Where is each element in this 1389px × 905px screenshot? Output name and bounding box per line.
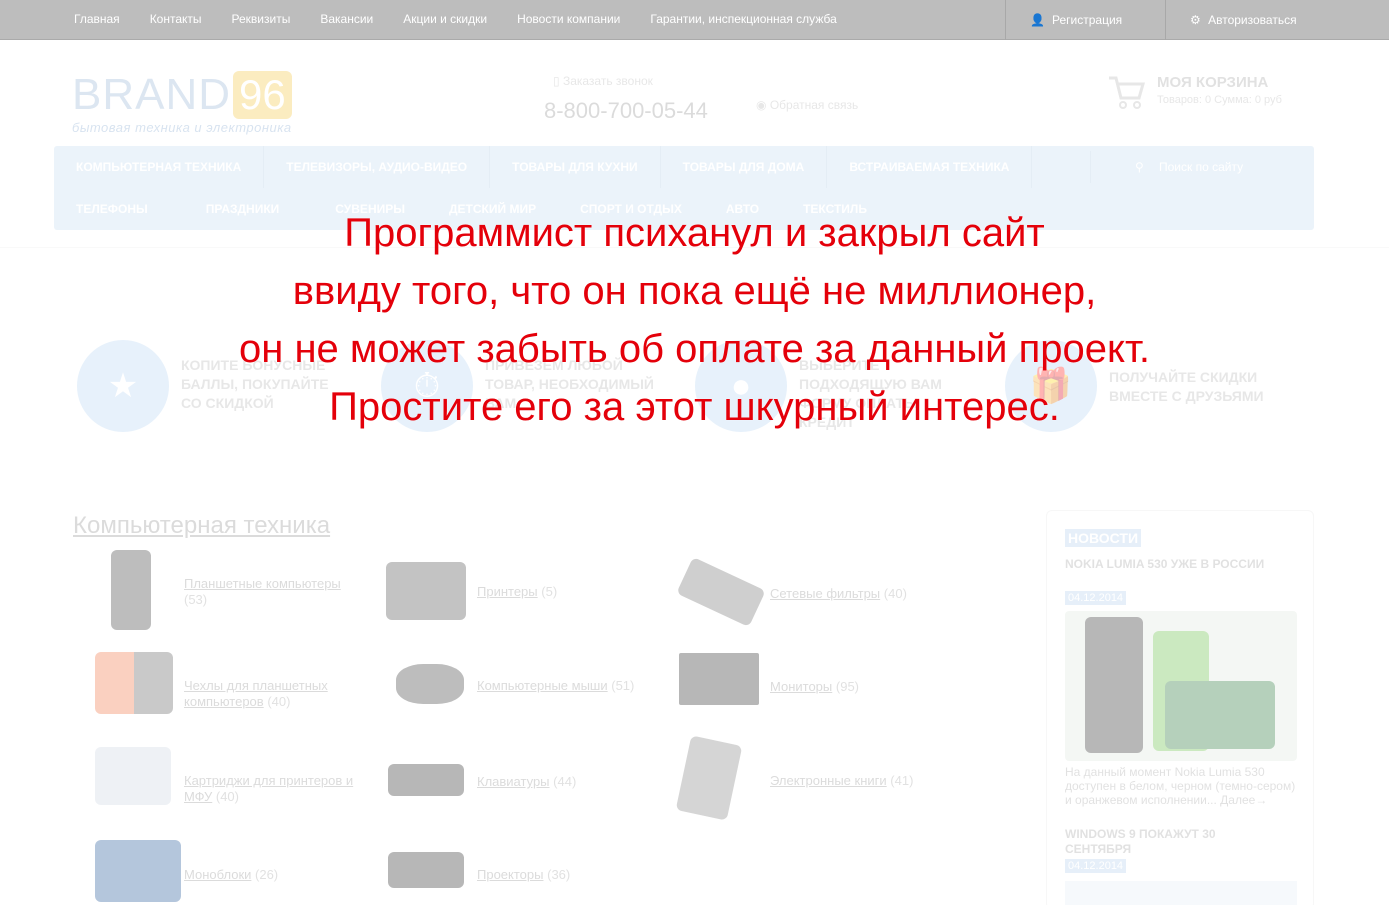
news-title[interactable]: WINDOWS 9 ПОКАЖУТ 30 СЕНТЯБРЯ (1065, 827, 1265, 857)
logo[interactable]: BRAND 96 бытовая техника и электроника (72, 68, 292, 135)
register-link[interactable]: 👤 Регистрация (1005, 0, 1165, 40)
tablet-case-image (95, 652, 173, 714)
phone-icon: ▯ (553, 74, 560, 88)
overlay-line: ввиду того, что он пока ещё не миллионер… (292, 269, 1097, 313)
top-link-news[interactable]: Новости компании (517, 0, 620, 38)
login-link[interactable]: ⚙ Авторизоваться (1165, 0, 1389, 40)
feedback-link[interactable]: ◉ Обратная связь (756, 98, 858, 112)
login-label: Авторизоваться (1208, 13, 1297, 27)
top-links: Главная Контакты Реквизиты Вакансии Акци… (74, 0, 867, 38)
top-link-warranty[interactable]: Гарантии, инспекционная служба (650, 0, 836, 38)
top-link-vacancies[interactable]: Вакансии (320, 0, 373, 38)
news-title[interactable]: NOKIA LUMIA 530 УЖЕ В РОССИИ (1065, 557, 1305, 571)
monitor-image (679, 653, 759, 705)
phone-image (1085, 617, 1143, 753)
phone-number: 8-800-700-05-44 (544, 98, 708, 123)
overlay-line: Простите его за этот шкурный интерес. (329, 385, 1060, 429)
feedback-label: Обратная связь (769, 98, 859, 112)
news-panel: НОВОСТИ NOKIA LUMIA 530 УЖЕ В РОССИИ 04.… (1046, 510, 1314, 905)
mouse-image (396, 664, 464, 704)
logo-number: 96 (233, 71, 292, 119)
cart-summary: Товаров: 0 Сумма: 0 руб (1157, 94, 1282, 106)
overlay-message: Программист психанул и закрыл сайт ввиду… (0, 204, 1389, 436)
category-item-label: Принтеры (5) (477, 584, 558, 599)
user-icon: 👤 (1030, 13, 1045, 27)
nav-item-kitchen[interactable]: ТОВАРЫ ДЛЯ КУХНИ (490, 146, 661, 188)
printer-image (386, 562, 466, 620)
logo-tagline: бытовая техника и электроника (72, 120, 292, 135)
category-item-label: Моноблоки (26) (184, 867, 279, 882)
cart-icon (1107, 74, 1147, 112)
login-icon: ⚙ (1190, 13, 1201, 27)
power-strip-image (676, 556, 766, 628)
category-item-label: Клавиатуры (44) (477, 774, 577, 789)
monoblock-image (95, 840, 181, 902)
cartridge-image (95, 747, 171, 805)
news-heading: НОВОСТИ (1065, 529, 1142, 547)
news-image[interactable] (1065, 881, 1297, 905)
category-item-label: Проекторы (36) (477, 867, 571, 882)
projector-image (388, 852, 464, 888)
phone-image (1165, 681, 1275, 749)
category-item-label: Планшетные компьютеры (53) (184, 576, 341, 607)
tablet-image (111, 550, 151, 630)
top-link-home[interactable]: Главная (74, 0, 120, 38)
category-item-label: Компьютерные мыши (51) (477, 678, 635, 693)
category-item-label: Картриджи для принтеров и МФУ (40) (184, 773, 354, 804)
search-icon: ⚲ (1135, 160, 1144, 174)
nav-item-tv[interactable]: ТЕЛЕВИЗОРЫ, АУДИО-ВИДЕО (264, 146, 491, 188)
news-date: 04.12.2014 (1065, 859, 1127, 873)
nav-item-builtin[interactable]: ВСТРАИВАЕМАЯ ТЕХНИКА (827, 146, 1033, 188)
top-bar: Главная Контакты Реквизиты Вакансии Акци… (0, 0, 1389, 40)
cart-title: МОЯ КОРЗИНА (1157, 74, 1269, 91)
search-input[interactable]: ⚲ Поиск по сайту (1090, 151, 1304, 183)
category-item-label: Электронные книги (41) (770, 773, 914, 788)
news-date: 04.12.2014 (1065, 591, 1127, 605)
callback-label: Заказать звонок (562, 74, 653, 88)
top-link-promotions[interactable]: Акции и скидки (403, 0, 487, 38)
search-placeholder: Поиск по сайту (1159, 160, 1244, 174)
overlay-line: Программист психанул и закрыл сайт (344, 211, 1045, 255)
register-label: Регистрация (1052, 13, 1123, 27)
overlay-line: он не может забыть об оплате за данный п… (239, 327, 1150, 371)
logo-brand: BRAND (72, 70, 232, 119)
ebook-image (675, 735, 743, 821)
category-item-label: Мониторы (95) (770, 679, 860, 694)
nav-item-computers[interactable]: КОМПЬЮТЕРНАЯ ТЕХНИКА (54, 146, 265, 188)
news-image[interactable] (1065, 611, 1297, 761)
chat-icon: ◉ (756, 98, 767, 112)
nav-item-home[interactable]: ТОВАРЫ ДЛЯ ДОМА (661, 146, 828, 188)
top-link-requisites[interactable]: Реквизиты (232, 0, 291, 38)
top-link-contacts[interactable]: Контакты (150, 0, 202, 38)
news-description: На данный момент Nokia Lumia 530 доступе… (1065, 765, 1296, 807)
category-item-label: Чехлы для планшетных компьютеров (40) (184, 678, 328, 709)
nav-row-1: КОМПЬЮТЕРНАЯ ТЕХНИКА ТЕЛЕВИЗОРЫ, АУДИО-В… (54, 146, 1033, 188)
callback-link[interactable]: ▯ Заказать звонок (553, 74, 653, 88)
keyboard-image (388, 764, 464, 796)
category-title[interactable]: Компьютерная техника (73, 512, 330, 540)
category-item-label: Сетевые фильтры (40) (770, 586, 907, 601)
